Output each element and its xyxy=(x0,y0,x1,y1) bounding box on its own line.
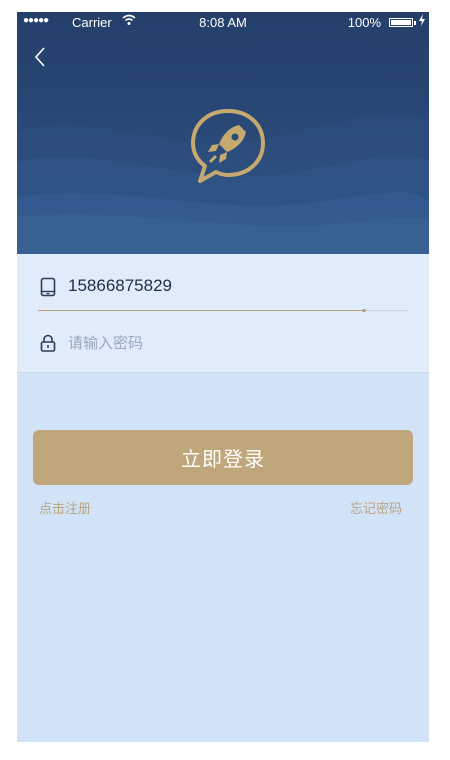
underline-dot xyxy=(362,309,366,312)
rocket-chat-bubble-icon xyxy=(191,109,265,183)
password-input[interactable] xyxy=(68,330,368,356)
status-bar: ●●●●● Carrier 8:08 AM 100% xyxy=(17,12,429,34)
password-row xyxy=(17,318,429,368)
phone-row: 15866875829 xyxy=(17,262,429,312)
battery-percent: 100% xyxy=(347,15,381,30)
battery-tip xyxy=(414,21,416,25)
phone-field[interactable]: 15866875829 xyxy=(68,276,172,296)
register-link[interactable]: 点击注册 xyxy=(39,498,91,517)
lock-icon xyxy=(38,333,58,353)
app-screen: ●●●●● Carrier 8:08 AM 100% 15866875829 立… xyxy=(17,12,429,742)
phone-underline xyxy=(38,309,408,312)
header-banner: ●●●●● Carrier 8:08 AM 100% xyxy=(17,12,429,254)
logo xyxy=(183,107,273,187)
underline-highlight xyxy=(38,310,364,311)
battery-icon xyxy=(389,18,413,27)
back-button[interactable] xyxy=(31,42,61,72)
charging-icon xyxy=(419,14,425,29)
forgot-password-link[interactable]: 忘记密码 xyxy=(350,498,402,517)
phone-icon xyxy=(38,277,58,297)
login-button[interactable]: 立即登录 xyxy=(33,430,413,485)
chevron-left-icon xyxy=(34,47,45,67)
underline-track xyxy=(364,310,408,311)
login-form: 15866875829 xyxy=(17,254,429,373)
